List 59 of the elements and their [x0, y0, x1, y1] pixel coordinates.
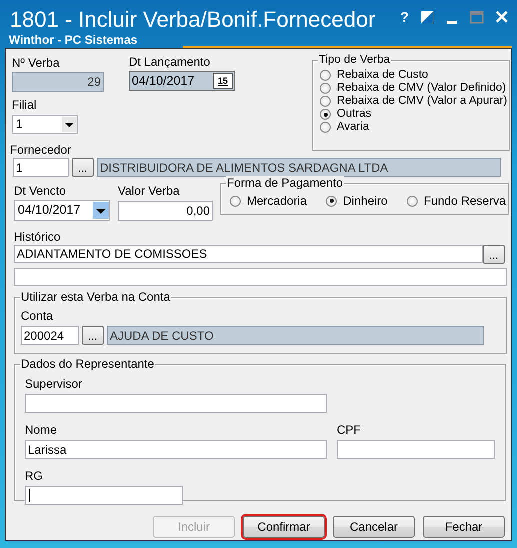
option-label: Avaria — [337, 121, 370, 134]
option-label: Dinheiro — [343, 194, 388, 208]
browse-button[interactable]: ... — [72, 158, 94, 177]
field-label: CPF — [337, 424, 362, 437]
date-field[interactable]: 04/10/2017 15 — [129, 71, 235, 91]
field-label: Filial — [12, 99, 38, 112]
due-date-dropdown[interactable]: 04/10/2017 — [14, 200, 110, 221]
radio-button[interactable] — [320, 83, 331, 94]
field-label: Supervisor — [25, 378, 84, 391]
cpf-field[interactable] — [337, 440, 495, 459]
radio-button[interactable] — [320, 70, 331, 81]
radio-button[interactable] — [326, 196, 338, 206]
amount-field[interactable]: 0,00 — [118, 201, 213, 221]
restore-icon[interactable] — [421, 10, 434, 24]
dialog-button[interactable]: Cancelar — [333, 516, 415, 538]
field-label: Nº Verba — [12, 57, 61, 70]
radio-button[interactable] — [406, 196, 418, 206]
option-label: Outras — [337, 108, 372, 121]
account-name-field[interactable]: AJUDA DE CUSTO — [107, 326, 484, 345]
radio-button[interactable] — [320, 122, 331, 133]
history-field[interactable]: ADIANTAMENTO DE COMISSOES — [14, 245, 483, 263]
browse-button[interactable]: ... — [483, 245, 505, 264]
supplier-name-field[interactable]: DISTRIBUIDORA DE ALIMENTOS SARDAGNA LTDA — [97, 158, 501, 177]
history-field-2[interactable] — [14, 268, 507, 286]
field-label: Conta — [21, 310, 54, 323]
window-subtitle: Winthor - PC Sistemas — [9, 33, 138, 47]
branch-dropdown[interactable]: 1 — [12, 115, 78, 134]
radio-button[interactable] — [320, 109, 331, 120]
option-label: Mercadoria — [247, 194, 308, 208]
field-label: Valor Verba — [118, 185, 181, 198]
field-label: Dt Lançamento — [129, 56, 212, 69]
dialog-button[interactable]: Confirmar — [243, 516, 325, 538]
group-title: Dados do Representante — [20, 357, 156, 371]
option-label: Rebaixa de CMV (Valor Definido) — [337, 82, 506, 95]
field-label: Histórico — [14, 231, 62, 244]
option-label: Rebaixa de CMV (Valor a Apurar) — [337, 95, 508, 108]
supplier-code-field[interactable]: 1 — [13, 158, 69, 177]
supervisor-field[interactable] — [25, 394, 327, 413]
account-code-field[interactable]: 200024 — [21, 326, 79, 345]
option-label: Rebaixa de Custo — [337, 69, 428, 82]
group-title: Forma de Pagamento — [226, 176, 344, 190]
field-label: Fornecedor — [10, 144, 72, 157]
group-title: Utilizar esta Verba na Conta — [20, 290, 172, 304]
number-field[interactable]: 29 — [12, 72, 104, 92]
radio-button[interactable] — [230, 196, 241, 206]
field-label: Dt Vencto — [14, 185, 68, 198]
radio-button[interactable] — [320, 96, 331, 107]
rg-field[interactable] — [25, 486, 183, 505]
group-title: Tipo de Verba — [318, 53, 392, 67]
window-title: 1801 - Incluir Verba/Bonif.Fornecedor — [10, 7, 376, 33]
calendar-button[interactable]: 15 — [213, 73, 233, 89]
browse-button[interactable]: ... — [82, 326, 104, 345]
option-label: Fundo Reserva — [424, 194, 506, 208]
name-field[interactable]: Larissa — [25, 440, 327, 459]
field-label: Nome — [25, 424, 58, 437]
dialog-button[interactable]: Fechar — [423, 516, 505, 538]
close-icon[interactable] — [496, 11, 508, 23]
field-label: RG — [25, 470, 44, 483]
help-button[interactable]: ? — [400, 9, 409, 25]
